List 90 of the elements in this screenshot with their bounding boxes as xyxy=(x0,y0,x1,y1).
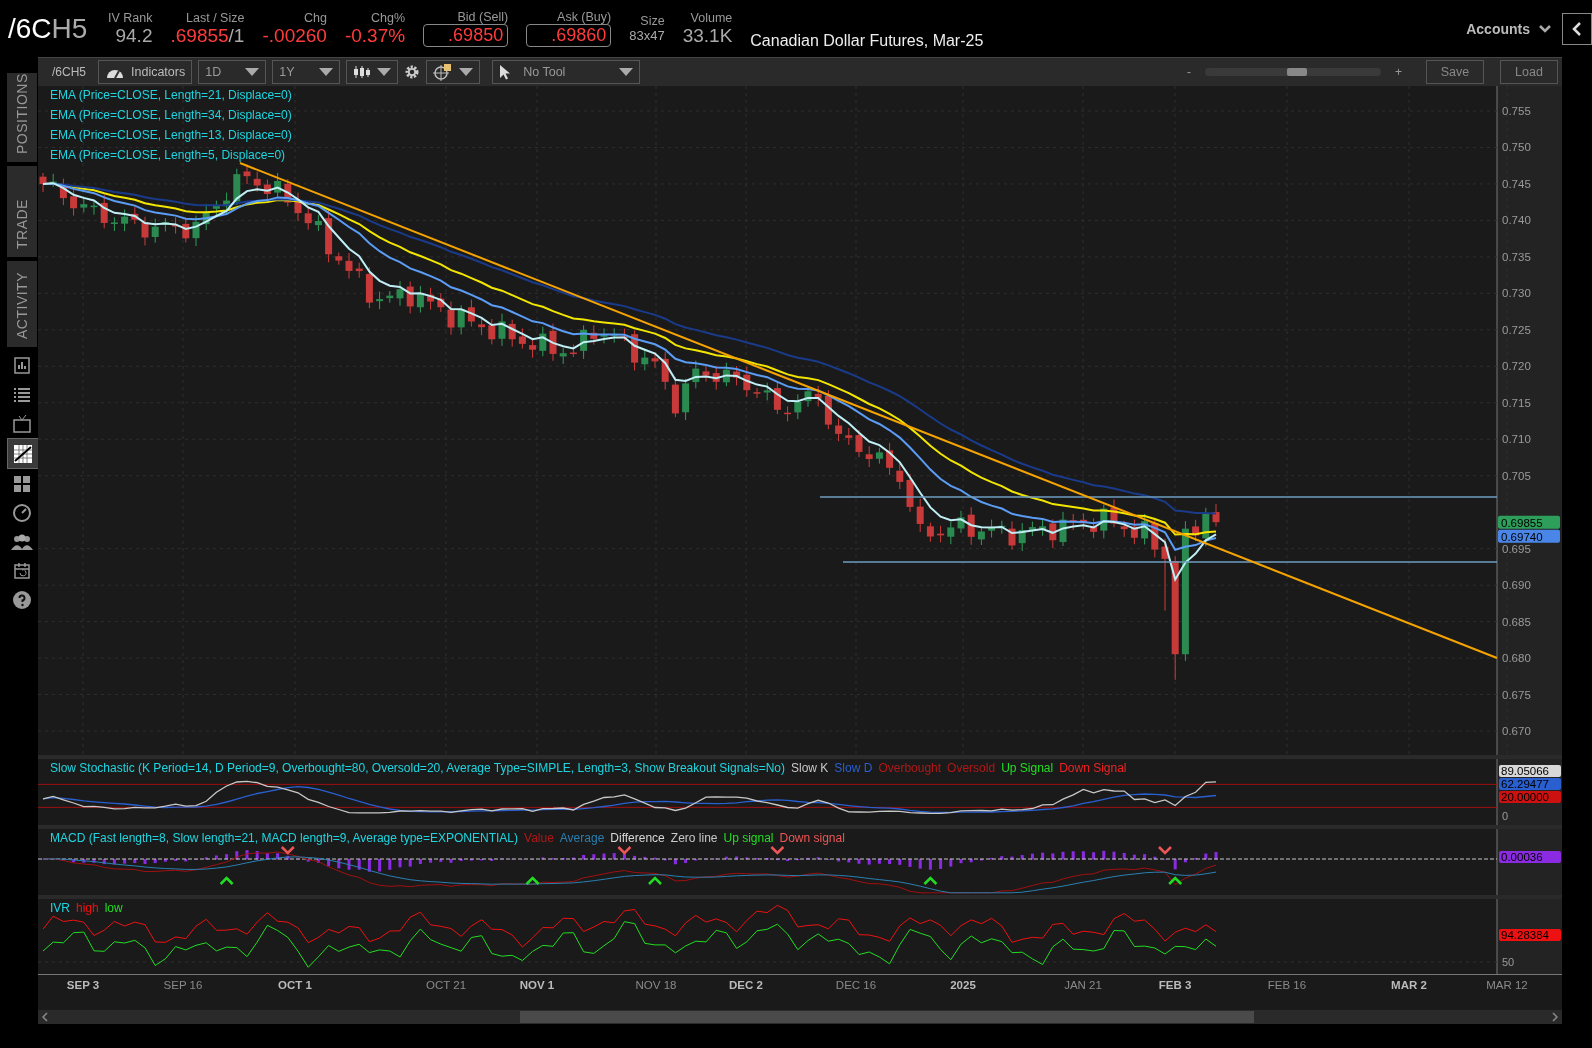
quote-label: Chg% xyxy=(371,10,406,25)
axis-label: 2025 xyxy=(950,979,976,991)
quote-value: -.00260 xyxy=(262,24,327,47)
value-badge: 0.00036 xyxy=(1499,851,1561,863)
axis-label: 0.705 xyxy=(1502,469,1531,482)
axis-label: 0.710 xyxy=(1502,433,1531,446)
quote-label: Volume xyxy=(690,10,733,25)
axis-label: 0.735 xyxy=(1502,250,1531,263)
legend-label: Value xyxy=(524,831,554,845)
quote-value[interactable]: .69850 xyxy=(423,24,509,47)
quote-label: Ask (Buy) xyxy=(557,10,612,24)
axis-label: 0.685 xyxy=(1502,615,1531,628)
value-badge: 62.29477 xyxy=(1499,778,1561,790)
quote-value: .69855/1 xyxy=(170,24,245,47)
axis-label: OCT 21 xyxy=(425,979,467,991)
quote-label: Last / Size xyxy=(186,10,245,25)
quote-label: Size xyxy=(640,14,665,28)
accounts-button[interactable]: Accounts xyxy=(1466,20,1552,37)
zoom-in-button[interactable]: + xyxy=(1387,65,1410,79)
sidebar-tab[interactable]: POSITIONS xyxy=(7,73,37,162)
legend-label: Slow K xyxy=(791,761,829,775)
save-button[interactable]: Save xyxy=(1426,60,1484,84)
study-label[interactable]: EMA (Price=CLOSE, Length=21, Displace=0) xyxy=(50,88,292,102)
legend-label: low xyxy=(104,901,123,915)
quote-label: Bid (Sell) xyxy=(457,10,509,24)
quote-value: 94.2 xyxy=(115,24,153,47)
load-button[interactable]: Load xyxy=(1500,60,1558,84)
legend-label: Average xyxy=(559,831,605,845)
axis-label: 0.755 xyxy=(1502,105,1531,117)
value-badge: 20.00000 xyxy=(1499,791,1561,803)
axis-label: FEB 3 xyxy=(1158,979,1192,991)
aggregation-dropdown[interactable]: 1D xyxy=(198,60,267,84)
quote-value: 33.1K xyxy=(682,24,733,47)
axis-label: 0.745 xyxy=(1502,177,1531,190)
axis-label: 0.725 xyxy=(1502,323,1531,336)
quote-value: -0.37% xyxy=(344,24,406,47)
legend-label: Up signal xyxy=(723,831,774,845)
study-label[interactable]: EMA (Price=CLOSE, Length=34, Displace=0) xyxy=(50,108,292,122)
axis-label: JAN 21 xyxy=(1064,979,1102,991)
axis-label: 0.730 xyxy=(1502,287,1531,300)
legend-label: Up Signal xyxy=(1001,761,1054,775)
study-label[interactable]: Slow Stochastic (K Period=14, D Period=9, Overbought=80, Oversold=20, Average Type=SIMPLE, Length=3, Show Breakout Signals=No) xyxy=(50,761,785,775)
legend-label: Down signal xyxy=(779,831,845,845)
axis-label: 0.675 xyxy=(1502,688,1531,701)
symbol-title: /6CH5 xyxy=(8,12,89,45)
quote-value[interactable]: .69860 xyxy=(526,24,612,47)
sidebar-tab[interactable]: TRADE xyxy=(7,166,37,257)
axis-label: SEP 3 xyxy=(66,979,100,991)
axis-label: 0.715 xyxy=(1502,396,1531,409)
study-label[interactable]: IVR xyxy=(50,901,70,915)
study-label[interactable]: EMA (Price=CLOSE, Length=5, Displace=0) xyxy=(50,148,292,162)
legend-label: Difference xyxy=(610,831,665,845)
timeframe-dropdown[interactable]: 1Y xyxy=(272,60,341,84)
instrument-description: Canadian Dollar Futures, Mar-25 xyxy=(750,32,984,50)
quote-label: IV Rank xyxy=(108,10,153,25)
value-badge: 94.28384 xyxy=(1499,929,1561,941)
axis-label: 0.695 xyxy=(1502,542,1531,555)
legend-label: Oversold xyxy=(947,761,996,775)
axis-label: OCT 1 xyxy=(278,979,312,991)
axis-label: FEB 16 xyxy=(1267,979,1307,991)
axis-label: 0.740 xyxy=(1502,214,1531,227)
legend-label: Down Signal xyxy=(1059,761,1127,775)
axis-label: 0.720 xyxy=(1502,360,1531,373)
axis-label: DEC 2 xyxy=(729,979,763,991)
sidebar-tab[interactable]: ACTIVITY xyxy=(7,261,37,347)
study-label[interactable]: MACD (Fast length=8, Slow length=21, MACD length=9, Average type=EXPONENTIAL) xyxy=(50,831,518,845)
drawing-tool-dropdown[interactable]: No Tool xyxy=(492,60,641,84)
quote-value: 83x47 xyxy=(629,28,665,43)
axis-label: MAR 2 xyxy=(1391,979,1427,991)
axis-label: 0.690 xyxy=(1502,579,1531,592)
indicators-button[interactable]: Indicators xyxy=(98,60,193,84)
axis-label: NOV 18 xyxy=(635,979,677,991)
value-badge: 89.05066 xyxy=(1499,765,1561,777)
axis-label: MAR 12 xyxy=(1486,979,1528,991)
legend-label: Overbought xyxy=(878,761,942,775)
axis-label: 0.680 xyxy=(1502,652,1531,665)
axis-label: NOV 1 xyxy=(519,979,555,991)
study-label[interactable]: EMA (Price=CLOSE, Length=13, Displace=0) xyxy=(50,128,292,142)
axis-label: 50 xyxy=(1502,956,1515,968)
axis-label: SEP 16 xyxy=(163,979,203,991)
legend-label: Slow D xyxy=(834,761,873,775)
legend-label: Zero line xyxy=(670,831,718,845)
axis-label: 0.750 xyxy=(1502,141,1531,154)
legend-label: high xyxy=(76,901,99,915)
symbol-field[interactable]: /6CH5 xyxy=(52,65,86,79)
zoom-out-button[interactable]: - xyxy=(1179,65,1199,79)
axis-label: 0.670 xyxy=(1502,725,1531,737)
quote-label: Chg xyxy=(303,10,327,25)
axis-label: DEC 16 xyxy=(835,979,877,991)
axis-label: 0 xyxy=(1502,810,1509,822)
